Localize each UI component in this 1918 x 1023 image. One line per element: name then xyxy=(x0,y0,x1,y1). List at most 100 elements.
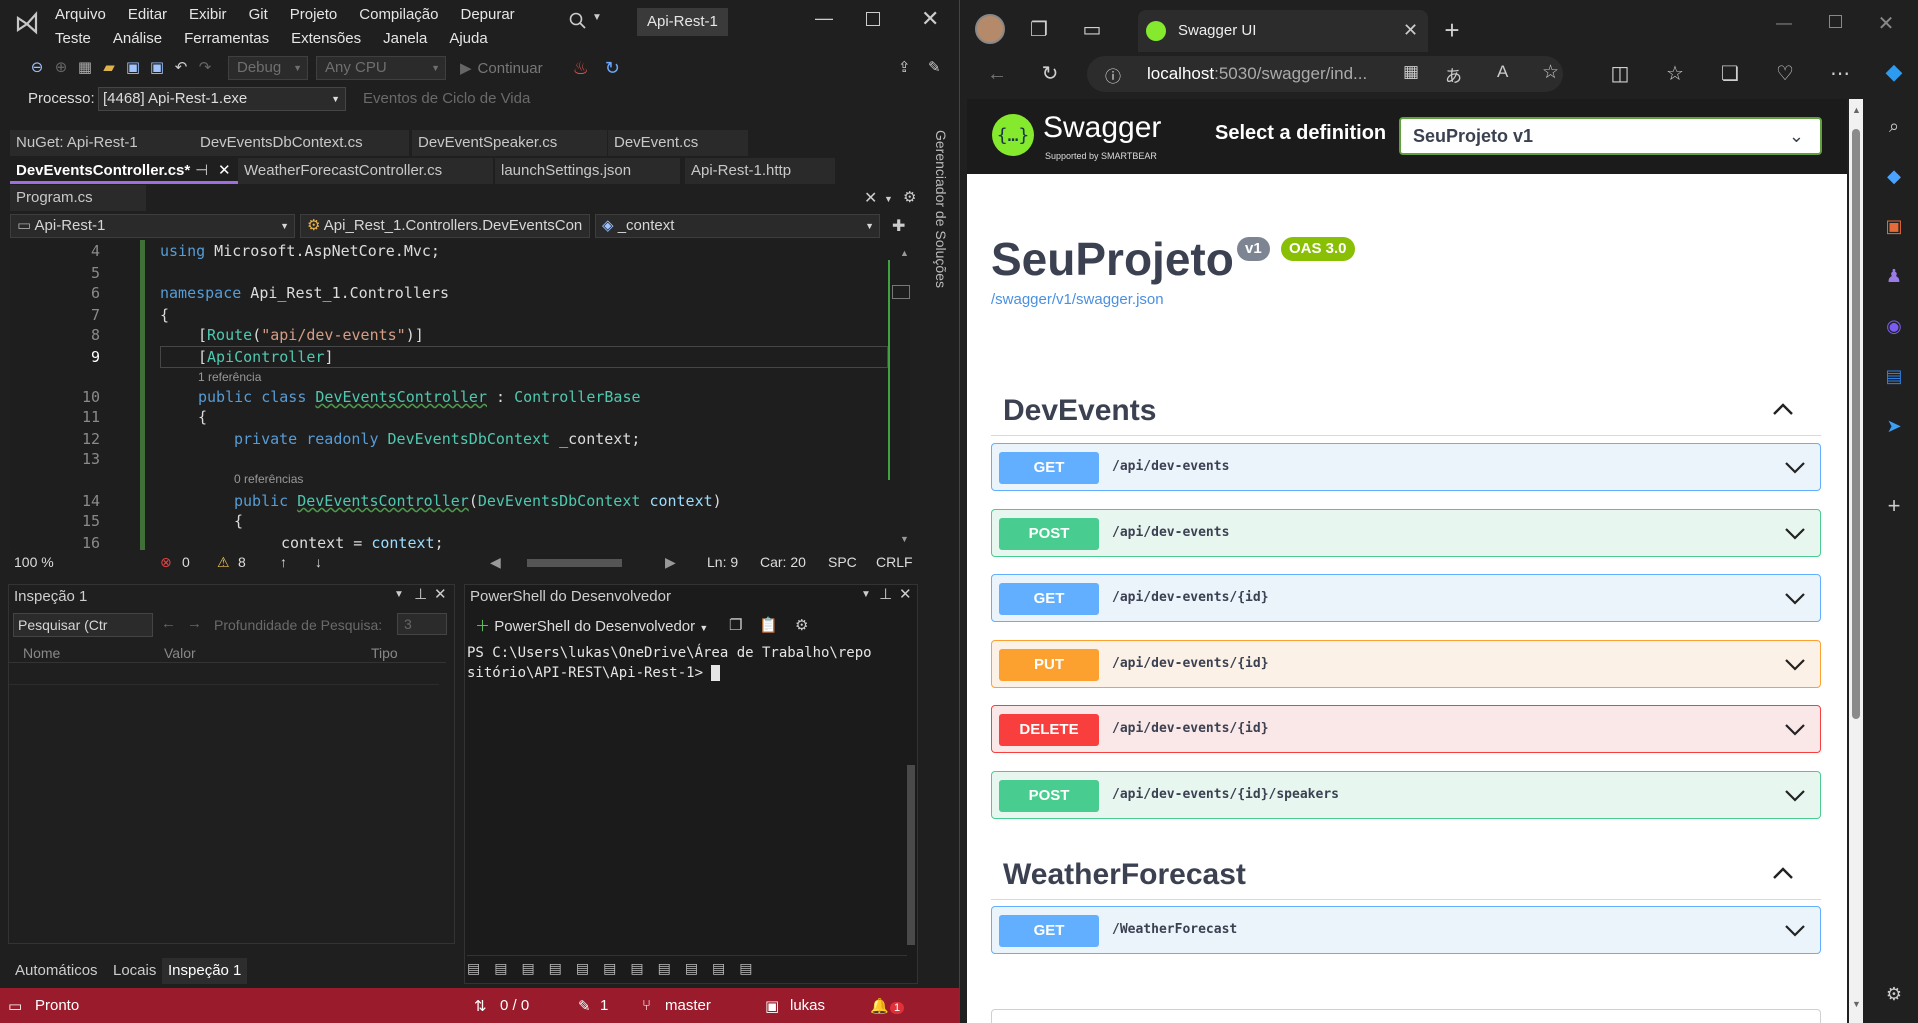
undo-icon[interactable]: ↶ xyxy=(172,59,190,77)
close-tab-icon[interactable]: ✕ xyxy=(218,158,231,184)
scroll-right-icon[interactable]: ▶ xyxy=(665,554,676,571)
operation-row[interactable]: GET/api/dev-events/{id} xyxy=(991,574,1821,622)
workspaces-icon[interactable]: ❐ xyxy=(1025,16,1053,44)
menu-item[interactable]: Extensões xyxy=(291,30,361,47)
scroll-left-icon[interactable]: ◀ xyxy=(490,554,501,571)
forward-arrow-icon[interactable]: → xyxy=(187,615,202,632)
schemas-section-edge[interactable] xyxy=(991,1009,1821,1023)
operation-row[interactable]: PUT/api/dev-events/{id} xyxy=(991,640,1821,688)
maximize-icon[interactable] xyxy=(1829,15,1842,28)
split-icon[interactable]: ✚ xyxy=(892,216,905,236)
definition-select[interactable]: SeuProjeto v1 ⌄ xyxy=(1399,117,1822,155)
operation-row[interactable]: DELETE/api/dev-events/{id} xyxy=(991,705,1821,753)
process-select[interactable]: [4468] Api-Rest-1.exe ▼ xyxy=(98,87,346,111)
scroll-thumb[interactable] xyxy=(892,285,910,299)
codelens-references[interactable]: 0 referências xyxy=(234,472,303,486)
new-powershell-button[interactable]: ＋ PowerShell do Desenvolvedor ▼ xyxy=(475,615,708,636)
expand-chevron-icon[interactable] xyxy=(1784,587,1806,609)
forward-icon[interactable]: ⊕ xyxy=(52,59,70,77)
menu-item[interactable]: Arquivo xyxy=(55,6,106,23)
copy-icon[interactable]: ❐ xyxy=(729,616,742,634)
close-all-icon[interactable]: ✕ xyxy=(864,188,877,208)
restart-icon[interactable]: ↻ xyxy=(605,58,620,79)
code-editor[interactable]: 4 5 6 7 8 9 10 11 12 13 14 15 16 using M… xyxy=(10,240,910,550)
browser-essentials-icon[interactable]: ♡ xyxy=(1771,60,1799,88)
new-tab-icon[interactable]: + xyxy=(1438,16,1466,44)
scroll-down-icon[interactable]: ▼ xyxy=(1852,999,1861,1009)
doc-tab[interactable]: DevEventSpeaker.cs xyxy=(412,130,607,156)
menu-item[interactable]: Exibir xyxy=(189,6,227,23)
search-icon[interactable] xyxy=(569,12,587,30)
pin-icon[interactable]: ⊥ xyxy=(414,585,427,603)
more-options-icon[interactable]: ⋯ xyxy=(1826,60,1854,88)
line-ending-indicator[interactable]: CRLF xyxy=(876,554,913,570)
menu-item[interactable]: Compilação xyxy=(359,6,438,23)
repo-user[interactable]: lukas xyxy=(790,997,825,1014)
back-icon[interactable]: ⊖ xyxy=(28,59,46,77)
lifecycle-events[interactable]: Eventos de Ciclo de Vida xyxy=(363,90,530,107)
expand-chevron-icon[interactable] xyxy=(1784,653,1806,675)
page-scrollbar[interactable]: ▲ ▼ xyxy=(1849,99,1863,1023)
minimize-icon[interactable]: — xyxy=(1770,10,1798,38)
refresh-icon[interactable]: ↻ xyxy=(1036,60,1064,88)
watch-search-input[interactable]: Pesquisar (Ctr xyxy=(13,613,153,637)
error-count[interactable]: 0 xyxy=(182,554,190,570)
redo-icon[interactable]: ↷ xyxy=(196,59,214,77)
favorites-icon[interactable]: ☆ xyxy=(1661,60,1689,88)
operation-row[interactable]: POST/api/dev-events/{id}/speakers xyxy=(991,771,1821,819)
new-item-icon[interactable]: ▦ xyxy=(76,59,94,77)
configuration-select[interactable]: Debug ▼ xyxy=(228,56,308,80)
sidebar-search-icon[interactable]: ⌕ xyxy=(1880,112,1908,140)
class-nav-select[interactable]: ⚙ Api_Rest_1.Controllers.DevEventsCon xyxy=(300,214,590,238)
column-header[interactable]: Nome xyxy=(23,645,60,661)
sidebar-tools-icon[interactable]: ▣ xyxy=(1880,212,1908,240)
operation-row[interactable]: GET/api/dev-events xyxy=(991,443,1821,491)
notification-icon[interactable]: 🔔 xyxy=(870,997,889,1015)
expand-chevron-icon[interactable] xyxy=(1784,456,1806,478)
menu-item[interactable]: Ajuda xyxy=(449,30,487,47)
doc-tab-active[interactable]: DevEventsController.cs* ⊣ ✕ xyxy=(10,158,240,184)
save-icon[interactable]: ▣ xyxy=(124,59,142,77)
translate-icon[interactable]: あ xyxy=(1445,62,1462,87)
terminal-toolbar-icons[interactable]: ▤▤▤▤▤▤▤▤▤▤▤ xyxy=(467,955,907,981)
doc-tab[interactable]: WeatherForecastController.cs xyxy=(238,158,493,184)
swagger-json-link[interactable]: /swagger/v1/swagger.json xyxy=(991,291,1164,308)
app-available-icon[interactable]: ▦ xyxy=(1403,62,1419,82)
collections-icon[interactable]: ❏ xyxy=(1716,60,1744,88)
menu-item[interactable]: Depurar xyxy=(460,6,514,23)
pin-icon[interactable]: ⊥ xyxy=(879,585,892,603)
warning-count[interactable]: 8 xyxy=(238,554,246,570)
zoom-level[interactable]: 100 % xyxy=(14,554,54,570)
scroll-up-icon[interactable]: ▲ xyxy=(1852,105,1861,115)
watch-empty-row[interactable] xyxy=(9,665,439,685)
sidebar-office-icon[interactable]: ◉ xyxy=(1880,312,1908,340)
project-nav-select[interactable]: ▭ Api-Rest-1 ▼ xyxy=(10,214,295,238)
sidebar-outlook-icon[interactable]: ▤ xyxy=(1880,362,1908,390)
collapse-icon[interactable] xyxy=(1771,398,1795,422)
close-icon[interactable]: ✕ xyxy=(434,585,447,603)
sidebar-add-icon[interactable]: + xyxy=(1880,492,1908,520)
page-scroll-thumb[interactable] xyxy=(1852,129,1860,719)
expand-chevron-icon[interactable] xyxy=(1784,919,1806,941)
tag-section-devevents[interactable]: DevEvents xyxy=(991,384,1821,436)
sidebar-games-icon[interactable]: ♟ xyxy=(1880,262,1908,290)
tab-autos[interactable]: Automáticos xyxy=(15,962,98,979)
address-bar[interactable]: ⓘ localhost:5030/swagger/ind... ▦ あ A ☆ xyxy=(1087,56,1563,92)
menu-item[interactable]: Projeto xyxy=(290,6,338,23)
expand-chevron-icon[interactable] xyxy=(1784,718,1806,740)
search-depth-select[interactable]: 3 xyxy=(397,613,447,635)
profile-avatar[interactable] xyxy=(975,14,1005,44)
favorite-star-icon[interactable]: ☆ xyxy=(1542,61,1559,84)
back-icon[interactable]: ← xyxy=(983,60,1011,88)
doc-tab[interactable]: Api-Rest-1.http xyxy=(685,158,835,184)
feedback-icon[interactable]: ✎ xyxy=(928,58,941,76)
scroll-up-icon[interactable]: ▲ xyxy=(900,248,909,258)
doc-tab[interactable]: DevEventsDbContext.cs xyxy=(194,130,409,156)
paste-icon[interactable]: 📋 xyxy=(759,616,778,634)
member-nav-select[interactable]: ◈ _context ▼ xyxy=(595,214,880,238)
line-indicator[interactable]: Ln: 9 xyxy=(707,554,738,570)
browser-tab-active[interactable]: Swagger UI ✕ xyxy=(1138,10,1428,52)
doc-tab[interactable]: launchSettings.json xyxy=(495,158,680,184)
copilot-icon[interactable]: ◆ xyxy=(1880,58,1908,86)
menu-item[interactable]: Janela xyxy=(383,30,427,47)
